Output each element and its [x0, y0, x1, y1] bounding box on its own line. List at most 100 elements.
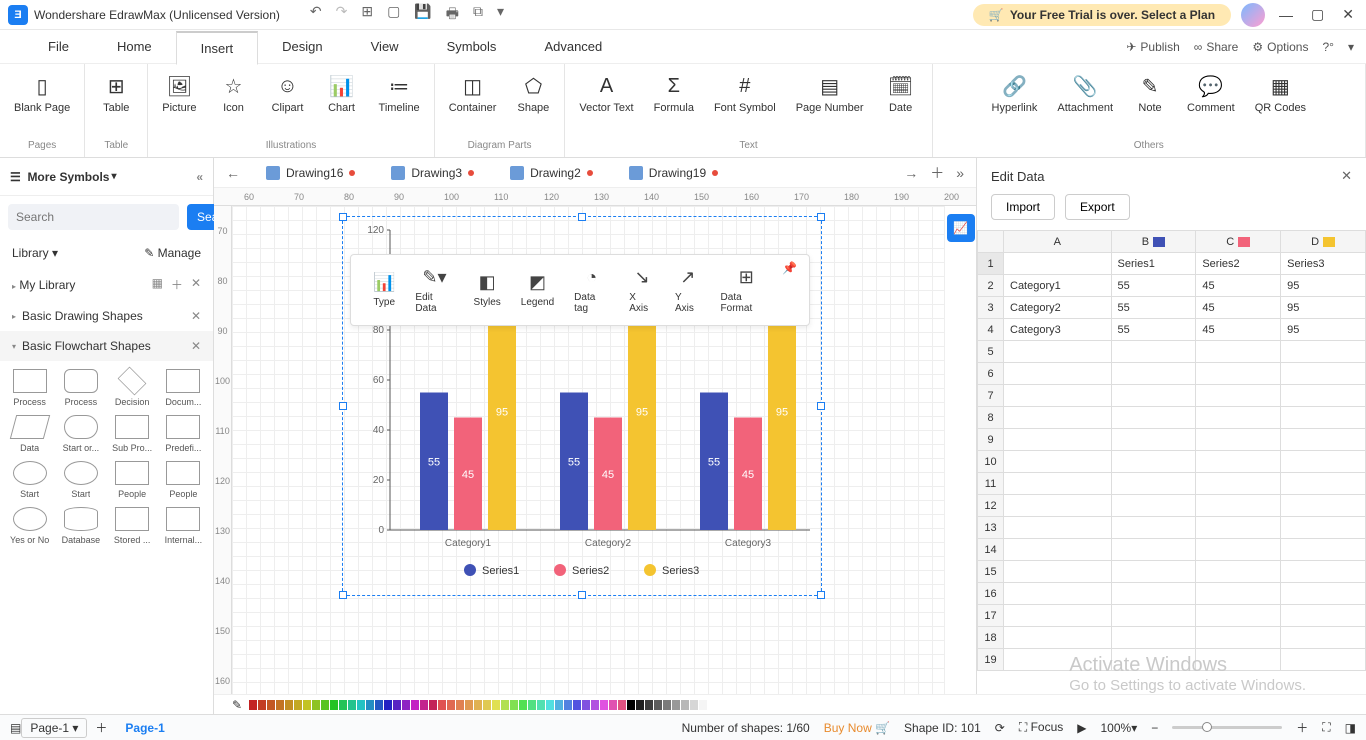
shape-button[interactable]: ⬠Shape: [510, 70, 556, 118]
copy-icon[interactable]: ⧉: [473, 3, 483, 27]
basic-flowchart-item[interactable]: ▾Basic Flowchart Shapes✕: [0, 331, 213, 361]
tab-file[interactable]: File: [24, 31, 93, 62]
save-icon[interactable]: 💾: [414, 3, 431, 27]
tab-next-icon[interactable]: →: [900, 165, 922, 181]
shape-palette-item[interactable]: Process: [59, 369, 102, 407]
undo-icon[interactable]: ↶: [310, 3, 322, 27]
zoom-slider[interactable]: [1172, 726, 1282, 729]
tab-view[interactable]: View: [347, 31, 423, 62]
document-tab[interactable]: Drawing19: [611, 158, 736, 187]
timeline-button[interactable]: ≔Timeline: [373, 70, 426, 118]
dropdown-icon[interactable]: ▾: [497, 3, 504, 27]
plus-icon[interactable]: ⊞: [361, 3, 373, 27]
minimize-icon[interactable]: —: [1275, 7, 1297, 23]
container-button[interactable]: ◫Container: [443, 70, 503, 118]
blank-page-button[interactable]: ▯Blank Page: [8, 70, 76, 118]
shape-palette-item[interactable]: People: [111, 461, 154, 499]
zoom-in-icon[interactable]: ＋: [1296, 719, 1308, 736]
shape-palette-item[interactable]: Database: [59, 507, 102, 545]
shape-palette-item[interactable]: Predefi...: [162, 415, 205, 453]
maximize-icon[interactable]: ▢: [1307, 6, 1328, 23]
tab-insert[interactable]: Insert: [176, 31, 259, 65]
publish-button[interactable]: ✈ Publish: [1126, 40, 1179, 54]
shape-palette-item[interactable]: Data: [8, 415, 51, 453]
panels-icon[interactable]: ◨: [1345, 721, 1356, 735]
shape-palette-item[interactable]: Stored ...: [111, 507, 154, 545]
plus-icon[interactable]: ＋: [171, 276, 183, 293]
date-button[interactable]: 🗓Date: [878, 70, 924, 118]
vector-text-button[interactable]: AVector Text: [573, 70, 639, 118]
close-icon[interactable]: ✕: [191, 276, 201, 293]
table-button[interactable]: ⊞Table: [93, 70, 139, 118]
shape-palette-item[interactable]: Yes or No: [8, 507, 51, 545]
shape-palette-item[interactable]: Docum...: [162, 369, 205, 407]
panel-close-icon[interactable]: ✕: [1341, 168, 1352, 184]
redo-icon[interactable]: ↷: [336, 3, 348, 27]
help-icon[interactable]: ?°: [1322, 40, 1333, 54]
shape-palette-item[interactable]: Sub Pro...: [111, 415, 154, 453]
library-dropdown[interactable]: Library ▾: [12, 246, 58, 260]
attachment-button[interactable]: 📎Attachment: [1051, 70, 1119, 118]
tab-design[interactable]: Design: [258, 31, 346, 62]
basic-drawing-item[interactable]: ▸Basic Drawing Shapes✕: [0, 301, 213, 331]
tab-advanced[interactable]: Advanced: [520, 31, 626, 62]
sidebar-header[interactable]: ☰ More Symbols▾ «: [0, 158, 213, 196]
zoom-out-icon[interactable]: −: [1151, 721, 1158, 735]
fitpage-icon[interactable]: ▶: [1077, 721, 1086, 735]
chart-legend-button[interactable]: ◩Legend: [511, 272, 564, 308]
font-symbol-button[interactable]: #Font Symbol: [708, 70, 782, 118]
picture-button[interactable]: 🖼Picture: [156, 70, 202, 118]
document-tab[interactable]: Drawing2: [492, 158, 611, 187]
options-button[interactable]: ⚙ Options: [1252, 40, 1308, 54]
import-button[interactable]: Import: [991, 194, 1055, 220]
page-selector[interactable]: Page-1 ▾: [21, 718, 87, 738]
chart-yaxis-button[interactable]: ↗Y Axis: [665, 267, 711, 314]
chart-editdata-button[interactable]: ✎▾Edit Data: [405, 267, 463, 314]
export-button[interactable]: Export: [1065, 194, 1130, 220]
manage-link[interactable]: ✎ Manage: [144, 246, 201, 260]
chart-dataformat-button[interactable]: ⊞Data Format: [711, 267, 783, 314]
document-tab[interactable]: Drawing3: [373, 158, 492, 187]
icon-button[interactable]: ☆Icon: [211, 70, 257, 118]
search-input[interactable]: [8, 204, 179, 230]
chart-panel-icon[interactable]: 📈: [947, 214, 975, 242]
pages-icon[interactable]: ▤: [10, 721, 21, 735]
open-icon[interactable]: ▢: [387, 3, 400, 27]
shape-palette-item[interactable]: Decision: [111, 369, 154, 407]
tab-symbols[interactable]: Symbols: [423, 31, 521, 62]
collapse-icon[interactable]: ▾: [1348, 40, 1354, 54]
zoom-level[interactable]: 100%▾: [1100, 721, 1137, 735]
shape-palette-item[interactable]: Start: [59, 461, 102, 499]
add-page-icon[interactable]: ＋: [95, 719, 107, 736]
clipart-button[interactable]: ☺Clipart: [265, 70, 311, 118]
shape-palette-item[interactable]: Start: [8, 461, 51, 499]
avatar[interactable]: [1241, 3, 1265, 27]
chart-styles-button[interactable]: ◧Styles: [464, 272, 511, 308]
buy-now-link[interactable]: Buy Now 🛒: [824, 721, 890, 735]
tab-add-icon[interactable]: ＋: [926, 163, 948, 183]
hyperlink-button[interactable]: 🔗Hyperlink: [986, 70, 1044, 118]
formula-button[interactable]: ΣFormula: [648, 70, 700, 118]
share-button[interactable]: ∞ Share: [1194, 40, 1239, 54]
chart-type-button[interactable]: 📊Type: [363, 272, 405, 308]
tab-home[interactable]: Home: [93, 31, 176, 62]
close-icon[interactable]: ✕: [1338, 6, 1358, 23]
qr-button[interactable]: ▦QR Codes: [1249, 70, 1312, 118]
shape-palette-item[interactable]: People: [162, 461, 205, 499]
pin-icon[interactable]: 📌: [782, 261, 797, 275]
trial-banner[interactable]: 🛒 Your Free Trial is over. Select a Plan: [973, 4, 1231, 26]
document-tab[interactable]: Drawing16: [248, 158, 373, 187]
canvas[interactable]: 020406080120554595Category1554595Categor…: [232, 206, 944, 714]
fullscreen-icon[interactable]: ⛶: [1322, 720, 1330, 735]
focus-button[interactable]: ⛶ Focus: [1019, 720, 1063, 735]
note-button[interactable]: ✎Note: [1127, 70, 1173, 118]
chart-datatag-button[interactable]: ◔Data tag: [564, 267, 619, 314]
print-icon[interactable]: 🖶: [446, 3, 459, 27]
mylibrary-item[interactable]: My Library: [19, 278, 75, 292]
chart-button[interactable]: 📊Chart: [319, 70, 365, 118]
data-sheet[interactable]: ABCD1Series1Series2Series32Category15545…: [977, 230, 1366, 714]
refresh-icon[interactable]: ⟳: [995, 721, 1005, 735]
shape-palette-item[interactable]: Start or...: [59, 415, 102, 453]
shape-palette-item[interactable]: Internal...: [162, 507, 205, 545]
page-number-button[interactable]: ▤Page Number: [790, 70, 870, 118]
